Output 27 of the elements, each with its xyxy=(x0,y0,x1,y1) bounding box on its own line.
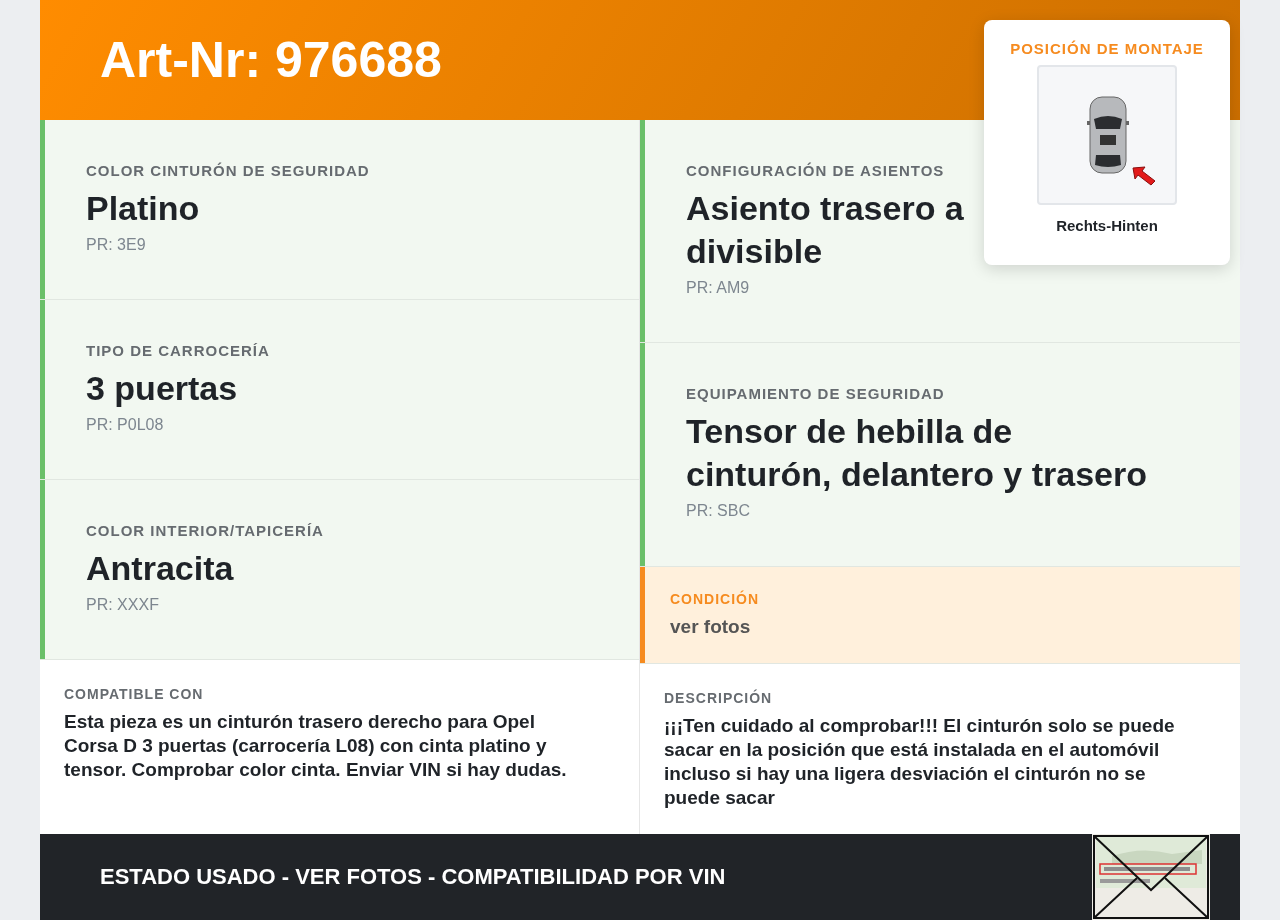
spec-label: CONDICIÓN xyxy=(670,591,760,607)
spec-label: TIPO DE CARROCERÍA xyxy=(86,342,270,359)
spec-value: Tensor de hebilla de cinturón, delantero y trasero xyxy=(686,411,1148,495)
pr-code: PR: 3E9 xyxy=(86,236,146,254)
spec-value: 3 puertas xyxy=(86,368,239,409)
spec-label: COLOR CINTURÓN DE SEGURIDAD xyxy=(86,162,370,179)
spec-label: EQUIPAMIENTO DE SEGURIDAD xyxy=(686,385,945,402)
spec-value: ver fotos xyxy=(670,615,752,639)
spec-label: CONFIGURACIÓN DE ASIENTOS xyxy=(686,162,945,179)
pr-code: PR: SBC xyxy=(686,502,750,520)
spec-value: Antracita xyxy=(86,548,235,589)
section-label: DESCRIPCIÓN xyxy=(664,690,774,706)
pr-code: PR: AM9 xyxy=(686,279,750,297)
article-number: Art-Nr: 976688 xyxy=(100,31,442,89)
car-icon xyxy=(1085,95,1131,175)
section-text: ¡¡¡Ten cuidado al comprobar!!! El cinturón solo se puede sacar en la posición que está instalada en el automóvil incluso si hay una ligera desviación el cinturón no se puede sacar xyxy=(664,714,1176,810)
footer-text: ESTADO USADO - VER FOTOS - COMPATIBILIDAD POR VIN xyxy=(100,864,726,890)
arrow-icon xyxy=(1131,165,1157,187)
section-text: Esta pieza es un cinturón trasero derecho para Opel Corsa D 3 puertas (carrocería L08) con cinta platino y tensor. Comprobar color cinta. Enviar VIN si hay dudas. xyxy=(64,710,568,782)
section-label: COMPATIBLE CON xyxy=(64,686,205,702)
spec-label: COLOR INTERIOR/TAPICERÍA xyxy=(86,522,324,539)
spec-value: Asiento trasero a divisible xyxy=(686,188,965,272)
pr-code: PR: XXXF xyxy=(86,596,159,614)
pr-code: PR: P0L08 xyxy=(86,416,164,434)
mounting-position: Rechts-Hinten xyxy=(1056,217,1158,234)
popup-title: POSICIÓN DE MONTAJE xyxy=(1010,40,1204,57)
spec-value: Platino xyxy=(86,188,201,229)
